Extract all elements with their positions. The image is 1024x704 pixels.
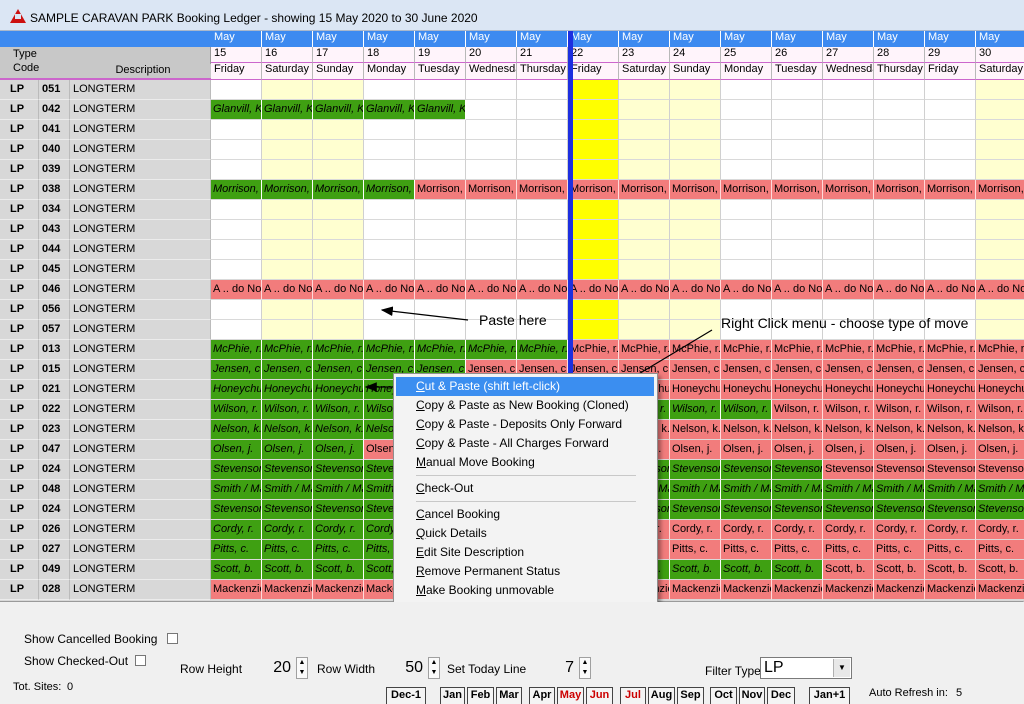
- month-button[interactable]: Jan: [440, 687, 465, 704]
- today-line-stepper[interactable]: ▲ ▼: [579, 657, 591, 679]
- month-button[interactable]: Jun: [586, 687, 613, 704]
- month-button[interactable]: Aug: [648, 687, 675, 704]
- month-button[interactable]: Sep: [677, 687, 704, 704]
- menu-item[interactable]: Edit Site Description: [396, 543, 654, 562]
- month-button[interactable]: May: [557, 687, 584, 704]
- menu-item[interactable]: Copy & Paste as New Booking (Cloned): [396, 396, 654, 415]
- menu-separator: [416, 501, 636, 502]
- menu-item[interactable]: Make Booking unmovable: [396, 581, 654, 600]
- today-line-label: Set Today Line: [447, 662, 527, 676]
- paste-here-arrow: [380, 306, 469, 321]
- month-button[interactable]: Jan+1: [809, 687, 850, 704]
- menu-item[interactable]: Quick Details: [396, 524, 654, 543]
- row-width-stepper[interactable]: ▲ ▼: [428, 657, 440, 679]
- annotation-paste-here: Paste here: [479, 312, 547, 328]
- tot-sites-value: 0: [67, 681, 74, 693]
- month-button[interactable]: Feb: [467, 687, 494, 704]
- row-height-label: Row Height: [180, 662, 243, 676]
- month-button[interactable]: Mar: [496, 687, 522, 704]
- auto-refresh-value: 5: [956, 687, 963, 699]
- row-width-input[interactable]: 50: [385, 657, 427, 679]
- show-checked-out-checkbox[interactable]: [135, 655, 146, 666]
- month-button[interactable]: Jul: [620, 687, 646, 704]
- filter-type-label: Filter Type: [705, 664, 761, 678]
- month-button[interactable]: Dec-1: [386, 687, 426, 704]
- filter-type-select[interactable]: LP ▼: [760, 657, 852, 679]
- month-button[interactable]: Oct: [710, 687, 737, 704]
- month-button[interactable]: Nov: [739, 687, 765, 704]
- show-cancelled-checkbox[interactable]: [167, 633, 178, 644]
- menu-item[interactable]: Copy & Paste - Deposits Only Forward: [396, 415, 654, 434]
- show-cancelled-label: Show Cancelled Booking: [24, 632, 158, 646]
- filter-type-value: LP: [764, 659, 784, 676]
- show-checked-out-label: Show Checked-Out: [24, 654, 129, 668]
- menu-item[interactable]: Manual Move Booking: [396, 453, 654, 472]
- chevron-down-icon[interactable]: ▼: [833, 659, 850, 677]
- month-button[interactable]: Dec: [767, 687, 795, 704]
- tot-sites-label: Tot. Sites:: [13, 681, 62, 693]
- menu-item[interactable]: Cancel Booking: [396, 505, 654, 524]
- today-line-input[interactable]: 7: [538, 657, 578, 679]
- row-height-input[interactable]: 20: [255, 657, 295, 679]
- menu-item[interactable]: Remove Permanent Status: [396, 562, 654, 581]
- auto-refresh-label: Auto Refresh in:: [869, 687, 948, 699]
- menu-separator: [416, 475, 636, 476]
- row-width-label: Row Width: [317, 662, 376, 676]
- menu-item[interactable]: Cut & Paste (shift left-click): [396, 377, 654, 396]
- menu-item[interactable]: Check-Out: [396, 479, 654, 498]
- menu-item[interactable]: Copy & Paste - All Charges Forward: [396, 434, 654, 453]
- annotation-right-click: Right Click menu - choose type of move: [721, 315, 969, 331]
- month-button[interactable]: Apr: [529, 687, 555, 704]
- row-height-stepper[interactable]: ▲ ▼: [296, 657, 308, 679]
